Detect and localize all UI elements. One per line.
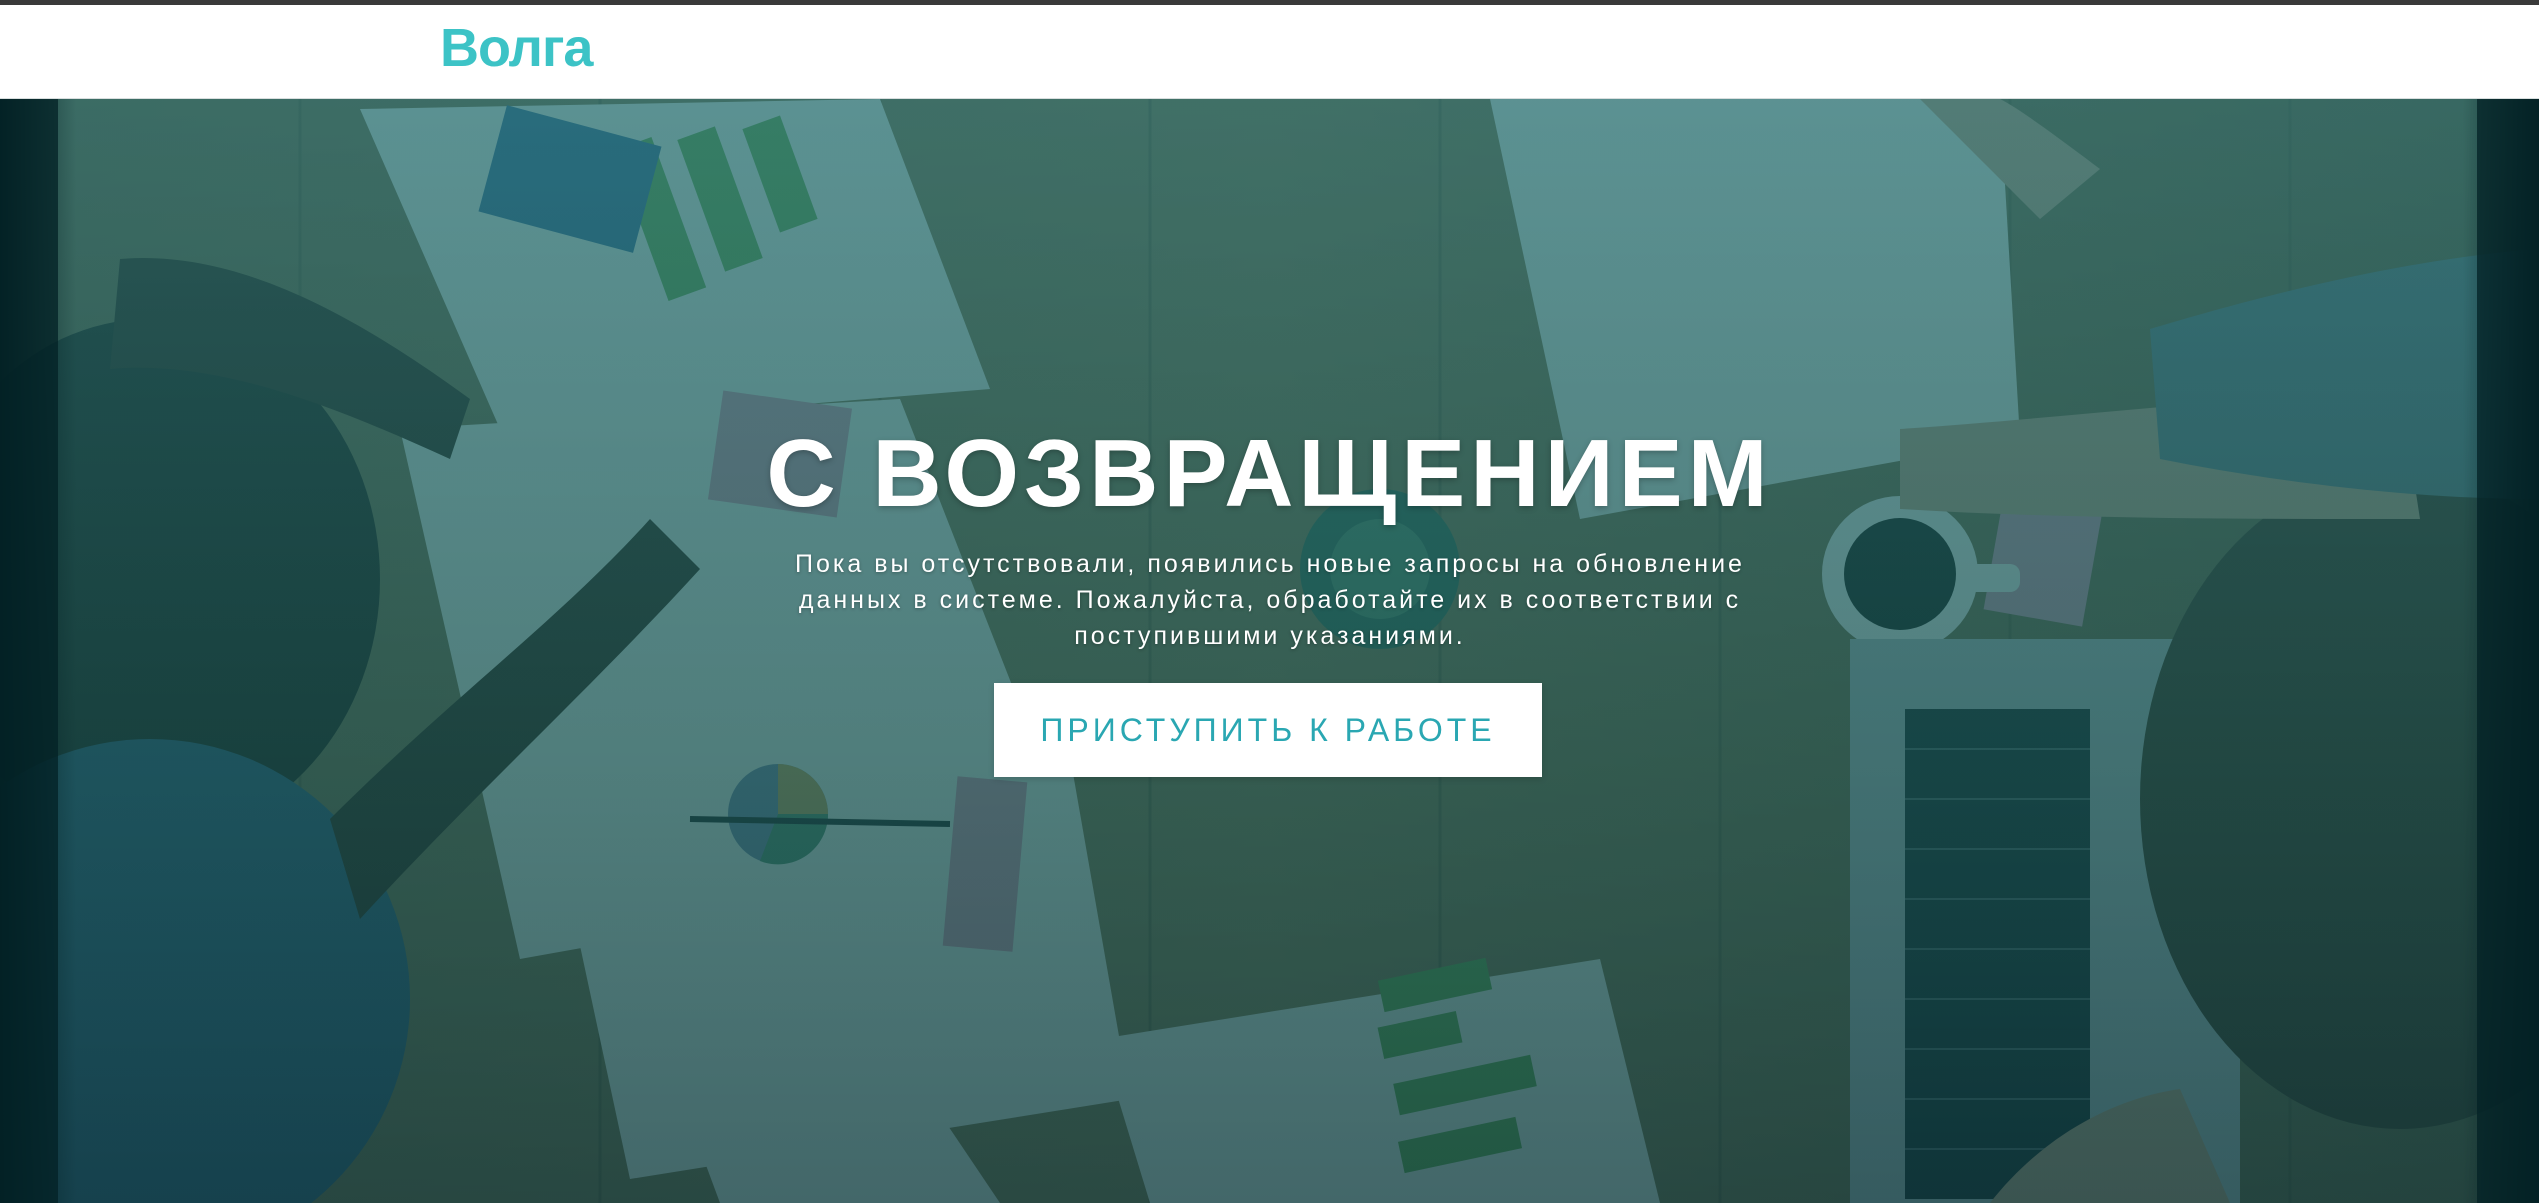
- site-header: Волга: [0, 5, 2539, 99]
- hero-content: С ВОЗВРАЩЕНИЕМ Пока вы отсутствовали, по…: [0, 99, 2539, 1203]
- hero-title: С ВОЗВРАЩЕНИЕМ: [766, 420, 1773, 527]
- hero-message: Пока вы отсутствовали, появились новые з…: [795, 550, 1745, 650]
- hero-section: С ВОЗВРАЩЕНИЕМ Пока вы отсутствовали, по…: [0, 99, 2539, 1203]
- get-started-button[interactable]: ПРИСТУПИТЬ К РАБОТЕ: [994, 683, 1542, 777]
- brand-logo[interactable]: Волга: [440, 21, 593, 75]
